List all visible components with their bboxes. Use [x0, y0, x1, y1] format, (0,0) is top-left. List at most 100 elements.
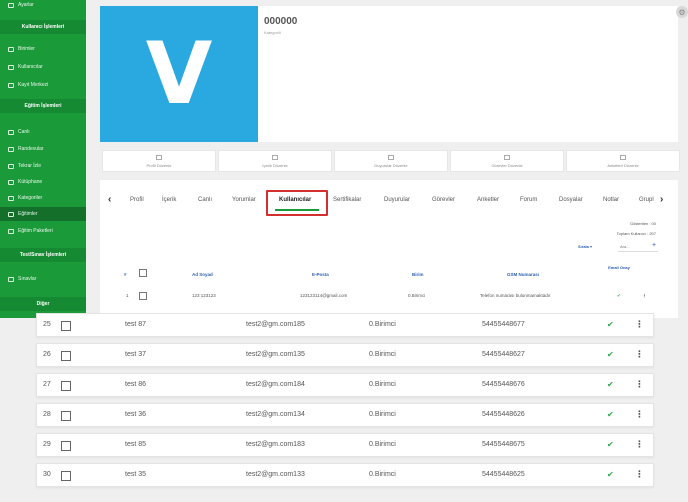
sidebar-item-users[interactable]: Kullanıcılar	[8, 62, 43, 72]
row-menu-icon[interactable]: ⋮	[635, 379, 644, 390]
row-menu-icon[interactable]: ⋮	[635, 349, 644, 360]
row-checkbox[interactable]	[61, 441, 71, 451]
tab-surveys[interactable]: Anketler	[477, 197, 499, 203]
row-unit: 0.Birimci	[369, 321, 396, 328]
video-icon	[8, 129, 14, 135]
row-email: 123123114@gmail.com	[300, 293, 348, 298]
column-gsm: GSM Numarası	[507, 272, 540, 277]
edit-announcements-button[interactable]: Duyurular Düzenle	[334, 150, 448, 172]
edit-content-button[interactable]: İçerik Düzenle	[218, 150, 332, 172]
row-checkbox[interactable]	[139, 292, 147, 300]
edit-surveys-button[interactable]: Anketleri Düzenle	[566, 150, 680, 172]
replay-icon	[8, 163, 14, 169]
course-header-card: V 000000 Kategorili	[100, 6, 678, 142]
edit-tasks-button[interactable]: Görevler Düzenle	[450, 150, 564, 172]
tab-forum[interactable]: Forum	[520, 197, 537, 203]
email-confirmed-check-icon: ✔	[607, 380, 614, 389]
sidebar-item-exams[interactable]: Sınavlar	[8, 274, 36, 284]
sidebar-item-library[interactable]: Kütüphane	[8, 177, 42, 187]
sidebar-item-appointments[interactable]: Randevular	[8, 144, 44, 154]
sidebar-section-other: Diğer	[0, 297, 86, 311]
row-checkbox[interactable]	[61, 351, 71, 361]
row-menu-icon[interactable]: ⋮	[642, 293, 647, 299]
row-name: test 87	[125, 321, 147, 328]
tab-comments[interactable]: Yorumlar	[232, 197, 256, 203]
announcement-icon	[388, 154, 394, 160]
row-checkbox[interactable]	[61, 411, 71, 421]
row-unit: 0.Birimci	[369, 411, 396, 418]
tab-files[interactable]: Dosyalar	[559, 197, 583, 203]
sort-dropdown[interactable]: Sırala ▾	[578, 244, 592, 249]
column-email-confirm: Email Onay	[608, 265, 630, 270]
row-menu-icon[interactable]: ⋮	[635, 409, 644, 420]
row-email: test2@gm.com183	[246, 441, 305, 448]
sidebar-item-packages[interactable]: Eğitim Paketleri	[8, 226, 53, 236]
task-icon	[504, 154, 510, 160]
content-icon	[272, 154, 278, 160]
row-email: test2@gm.com134	[246, 411, 305, 418]
row-number: 28	[43, 411, 51, 418]
course-category: Kategorili	[264, 30, 281, 35]
tabs-next-arrow-icon[interactable]: ›	[660, 194, 663, 205]
table-row: 25 test 87 test2@gm.com185 0.Birimci 544…	[36, 313, 654, 337]
sidebar-item-registration[interactable]: Kayıt Merkezi	[8, 80, 48, 90]
row-gsm: 54455448677	[482, 321, 525, 328]
row-email: test2@gm.com185	[246, 321, 305, 328]
row-gsm: 54455448626	[482, 411, 525, 418]
tab-announcements[interactable]: Duyurular	[384, 197, 410, 203]
row-menu-icon[interactable]: ⋮	[635, 469, 644, 480]
row-gsm: 54455448627	[482, 351, 525, 358]
sidebar-item-live[interactable]: Canlı	[8, 127, 30, 137]
tab-groups[interactable]: Grupl	[639, 197, 654, 203]
row-checkbox[interactable]	[61, 321, 71, 331]
sidebar-item-units[interactable]: Birimler	[8, 44, 35, 54]
sidebar-section-test: Test/Sınav İşlemleri	[0, 248, 86, 262]
table-row: 26 test 37 test2@gm.com135 0.Birimci 544…	[36, 343, 654, 367]
row-number: 29	[43, 441, 51, 448]
row-email: test2@gm.com135	[246, 351, 305, 358]
tab-notes[interactable]: Notlar	[603, 197, 619, 203]
sidebar-item-settings[interactable]: Ayarlar	[8, 0, 34, 10]
registration-icon	[8, 82, 14, 88]
row-gsm: 54455448676	[482, 381, 525, 388]
settings-icon	[8, 2, 14, 8]
table-row: 27 test 86 test2@gm.com184 0.Birimci 544…	[36, 373, 654, 397]
add-icon[interactable]: +	[652, 242, 656, 249]
tab-profile[interactable]: Profil	[130, 197, 144, 203]
row-name: test 85	[125, 441, 147, 448]
gear-icon[interactable]: ⚙	[676, 6, 688, 18]
tabs-prev-arrow-icon[interactable]: ‹	[108, 194, 111, 205]
building-icon	[8, 46, 14, 52]
email-confirmed-check-icon: ✔	[607, 410, 614, 419]
training-icon	[8, 211, 14, 217]
table-row: 28 test 36 test2@gm.com134 0.Birimci 544…	[36, 403, 654, 427]
tab-tasks[interactable]: Görevler	[432, 197, 455, 203]
library-icon	[8, 179, 14, 185]
sidebar-section-education: Eğitim İşlemleri	[0, 99, 86, 113]
category-icon	[8, 195, 14, 201]
row-checkbox[interactable]	[61, 381, 71, 391]
row-number: 30	[43, 471, 51, 478]
tab-live[interactable]: Canlı	[198, 197, 212, 203]
row-menu-icon[interactable]: ⋮	[635, 439, 644, 450]
row-unit: 0.Birimci	[408, 293, 426, 298]
row-menu-icon[interactable]: ⋮	[635, 319, 644, 330]
email-confirmed-check-icon: ✔	[607, 440, 614, 449]
tab-content[interactable]: İçerik	[162, 197, 176, 203]
calendar-icon	[8, 146, 14, 152]
sidebar-item-trainings[interactable]: Eğitimler	[0, 207, 86, 221]
page: Ayarlar Kullanıcı İşlemleri Birimler Kul…	[0, 0, 688, 502]
select-all-checkbox[interactable]	[139, 269, 147, 277]
column-name: Ad Soyad	[192, 272, 213, 277]
sidebar-item-categories[interactable]: Kategoriler	[8, 193, 42, 203]
row-checkbox[interactable]	[61, 471, 71, 481]
course-code: 000000	[264, 16, 298, 27]
row-unit: 0.Birimci	[369, 351, 396, 358]
row-name: 123 123123	[192, 293, 216, 298]
email-confirmed-check-icon: ✔	[617, 293, 621, 298]
tab-certificates[interactable]: Sertifikalar	[333, 197, 361, 203]
row-name: test 35	[125, 471, 147, 478]
email-confirmed-check-icon: ✔	[607, 320, 614, 329]
sidebar-item-replay[interactable]: Tekrar İzle	[8, 161, 41, 171]
edit-profile-button[interactable]: Profil Düzenle	[102, 150, 216, 172]
